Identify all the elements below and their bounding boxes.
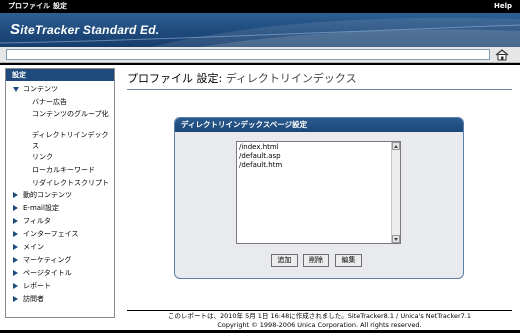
arrow-up-icon (394, 145, 398, 148)
arrow-down-icon (394, 238, 398, 241)
toolbar (0, 47, 520, 63)
settings-sidebar: 設定 コンテンツ バナー広告 コンテンツのグループ化 ディレクトリインデックス … (5, 68, 115, 318)
scroll-up-button[interactable] (392, 142, 400, 150)
sidebar-subitem-directory-index[interactable]: ディレクトリインデックス (32, 130, 112, 152)
sidebar-item-label: 訪問者 (23, 295, 44, 303)
sidebar-subitem-content-groups[interactable]: コンテンツのグループ化 (32, 109, 112, 120)
sidebar-item-label: コンテンツ (23, 85, 58, 93)
listbox-scrollbar[interactable] (391, 142, 400, 243)
sidebar-item-page-titles[interactable]: ページタイトル (6, 268, 114, 279)
page-title: プロファイル 設定: ディレクトリインデックス (127, 70, 357, 86)
sidebar-item-reports[interactable]: レポート (6, 281, 114, 292)
sidebar-header: 設定 (6, 69, 114, 81)
sidebar-item-filters[interactable]: フィルタ (6, 216, 114, 227)
sidebar-subitem-links[interactable]: リンク (32, 152, 112, 163)
edit-button[interactable]: 編集 (335, 254, 362, 267)
sidebar-subitem-local-keywords[interactable]: ローカルキーワード (32, 165, 112, 176)
sidebar-subitem-banner-ads[interactable]: バナー広告 (32, 97, 112, 108)
header-divider (0, 63, 520, 65)
sidebar-item-email[interactable]: E-mail設定 (6, 203, 114, 214)
home-icon[interactable] (494, 48, 510, 61)
triangle-right-icon (13, 257, 18, 263)
title-divider (127, 89, 512, 90)
directory-index-panel: ディレクトリインデックスページ設定 /index.html /default.a… (174, 117, 464, 279)
sidebar-item-interface[interactable]: インターフェイス (6, 229, 114, 240)
list-item[interactable]: /default.asp (239, 152, 281, 161)
page-title-prefix: プロファイル 設定: (127, 72, 223, 85)
sidebar-item-label: フィルタ (23, 217, 51, 225)
sidebar-item-dynamic-content[interactable]: 動的コンテンツ (6, 190, 114, 201)
sidebar-subitem-redirect-scripts[interactable]: リダイレクトスクリプト (32, 178, 112, 189)
triangle-right-icon (13, 296, 18, 302)
header-banner: SiteTracker Standard Ed. (0, 13, 520, 47)
logo-initial: S (10, 21, 21, 38)
triangle-right-icon (13, 192, 18, 198)
sidebar-item-label: 動的コンテンツ (23, 191, 72, 199)
index-page-listbox[interactable]: /index.html /default.asp /default.htm (236, 141, 401, 244)
sidebar-item-label: インターフェイス (23, 230, 79, 238)
sidebar-item-main[interactable]: メイン (6, 242, 114, 253)
top-menu-bar: プロファイル 設定 Help (0, 0, 520, 13)
triangle-right-icon (13, 270, 18, 276)
delete-button[interactable]: 削除 (303, 254, 329, 267)
report-generated-note: このレポートは、2010年 5月 1日 16:48に作成されました。SiteTr… (167, 312, 471, 320)
panel-title: ディレクトリインデックスページ設定 (175, 118, 463, 132)
sidebar-item-label: ページタイトル (23, 269, 72, 277)
triangle-right-icon (13, 205, 18, 211)
list-item[interactable]: /index.html (239, 143, 279, 152)
sidebar-item-label: E-mail設定 (23, 204, 59, 212)
triangle-right-icon (13, 231, 18, 237)
copyright-note: Copyright © 1998-2006 Unica Corporation.… (217, 321, 422, 329)
sidebar-item-label: メイン (23, 243, 44, 251)
triangle-right-icon (13, 283, 18, 289)
sidebar-item-label: マーケティング (23, 256, 72, 264)
sidebar-item-label: レポート (23, 282, 51, 290)
list-item[interactable]: /default.htm (239, 161, 282, 170)
page-title-main: ディレクトリインデックス (222, 72, 357, 85)
triangle-right-icon (13, 218, 18, 224)
footer-divider (127, 310, 512, 311)
address-field[interactable] (6, 49, 490, 60)
sidebar-item-visitors[interactable]: 訪問者 (6, 294, 114, 305)
sidebar-item-content[interactable]: コンテンツ (6, 84, 114, 95)
menu-help[interactable]: Help (494, 0, 512, 13)
menu-settings[interactable]: 設定 (53, 0, 67, 13)
sidebar-item-marketing[interactable]: マーケティング (6, 255, 114, 266)
triangle-right-icon (13, 244, 18, 250)
triangle-down-icon (13, 87, 19, 92)
app-logo: SiteTracker Standard Ed. (10, 21, 159, 38)
scroll-down-button[interactable] (392, 235, 400, 243)
add-button[interactable]: 追加 (271, 254, 298, 267)
menu-profile[interactable]: プロファイル (8, 0, 50, 13)
logo-text: iteTracker Standard Ed. (20, 23, 160, 37)
